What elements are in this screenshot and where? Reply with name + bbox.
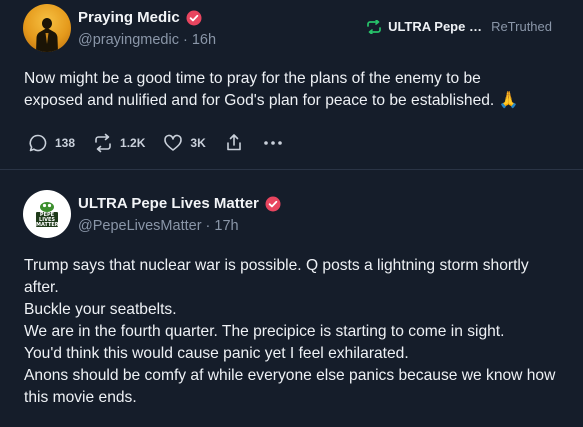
retruth-icon xyxy=(95,133,111,153)
reply-bubble-icon xyxy=(29,134,47,152)
more-options-button[interactable] xyxy=(262,133,284,153)
author-handle-time[interactable]: @prayingmedic · 16h xyxy=(78,32,216,48)
post-line: Anons should be comfy af while everyone … xyxy=(24,367,556,406)
author-avatar[interactable] xyxy=(23,4,71,52)
author-avatar[interactable]: PEPE LIVES MATTER xyxy=(23,190,71,238)
retruth-indicator[interactable]: ULTRA Pepe Li... ReTruthed xyxy=(366,19,552,34)
post-line: We are in the fourth quarter. The precip… xyxy=(24,323,505,340)
post-text-content: Now might be a good time to pray for the… xyxy=(24,70,495,109)
reply-button[interactable]: 138 xyxy=(28,133,75,153)
share-icon xyxy=(226,134,241,151)
retruth-author-name[interactable]: ULTRA Pepe Li... xyxy=(388,19,485,34)
like-count: 3K xyxy=(190,136,206,150)
quoted-post[interactable]: PEPE LIVES MATTER ULTRA Pepe Lives Matte… xyxy=(0,170,583,427)
verified-badge-icon xyxy=(265,196,281,211)
post-actions: 138 1.2K 3K xyxy=(28,133,302,153)
post-line: Buckle your seatbelts. xyxy=(24,301,177,318)
retruth-count: 1.2K xyxy=(120,136,146,150)
retruth-icon xyxy=(367,19,381,34)
avatar-text: PEPE LIVES MATTER xyxy=(36,212,59,228)
heart-icon xyxy=(164,134,183,151)
post-text: Trump says that nuclear war is possible.… xyxy=(24,255,559,409)
post-line: You'd think this would cause panic yet I… xyxy=(24,345,409,362)
author-name[interactable]: ULTRA Pepe Lives Matter xyxy=(78,195,259,212)
share-button[interactable] xyxy=(224,133,244,153)
post-line: Trump says that nuclear war is possible.… xyxy=(24,257,529,296)
post-text: Now might be a good time to pray for the… xyxy=(24,68,544,112)
reply-count: 138 xyxy=(55,136,76,150)
author-handle-time[interactable]: @PepeLivesMatter · 17h xyxy=(78,218,239,234)
praying-silhouette-icon xyxy=(36,18,58,52)
praying-hands-emoji: 🙏 xyxy=(498,92,519,109)
retruth-label: ReTruthed xyxy=(491,19,552,34)
verified-badge-icon xyxy=(186,10,202,25)
author-name-row: ULTRA Pepe Lives Matter xyxy=(78,195,281,212)
retruth-button[interactable]: 1.2K xyxy=(93,133,145,153)
like-button[interactable]: 3K xyxy=(163,133,206,153)
author-name-row: Praying Medic xyxy=(78,9,202,26)
more-dots-icon xyxy=(263,141,282,145)
retruthed-post[interactable]: Praying Medic @prayingmedic · 16h ULTRA … xyxy=(0,0,583,169)
author-name[interactable]: Praying Medic xyxy=(78,9,180,26)
